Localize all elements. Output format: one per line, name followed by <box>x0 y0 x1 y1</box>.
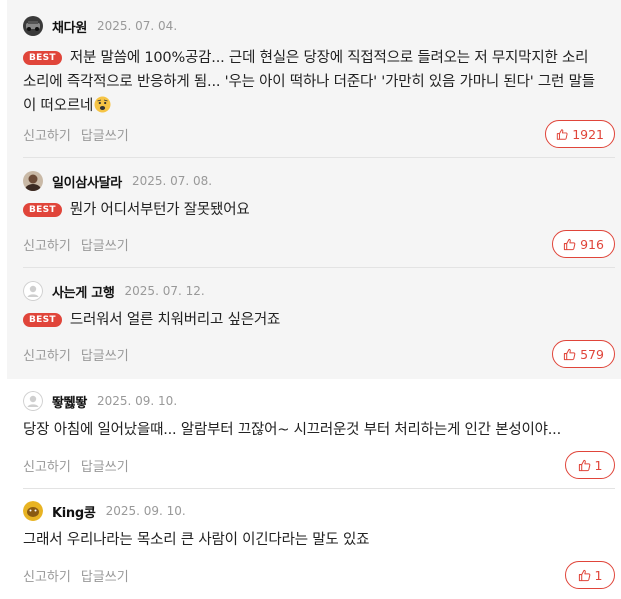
reply-link[interactable]: 답글쓰기 <box>81 456 129 475</box>
comment-nickname[interactable]: 뙇뛣뙇 <box>52 392 87 411</box>
comment-nickname[interactable]: 일이삼사달라 <box>52 172 122 191</box>
comment-nickname[interactable]: 채다원 <box>52 17 87 36</box>
comment-date: 2025. 07. 04. <box>96 19 178 33</box>
comment-actions: 신고하기 답글쓰기 <box>23 456 129 475</box>
portrait-avatar[interactable] <box>23 171 43 191</box>
comment-list: 채다원 2025. 07. 04. BEST 저분 말씀에 100%공감... 근… <box>7 0 621 599</box>
yellow-character-avatar[interactable] <box>23 501 43 521</box>
like-count: 1921 <box>572 126 604 142</box>
reply-link[interactable]: 답글쓰기 <box>81 566 129 585</box>
default-user-avatar[interactable] <box>23 391 43 411</box>
best-badge: BEST <box>23 51 62 65</box>
comment-header: 사는게 고행 2025. 07. 12. <box>23 281 205 301</box>
comment-date: 2025. 09. 10. <box>96 394 178 408</box>
like-button[interactable]: 1921 <box>545 120 615 148</box>
like-button[interactable]: 1 <box>565 451 615 479</box>
report-link[interactable]: 신고하기 <box>23 345 71 364</box>
reply-link[interactable]: 답글쓰기 <box>81 125 129 144</box>
thumbs-up-icon <box>563 348 576 360</box>
distressed-face-emoji-icon <box>94 96 111 113</box>
thumbs-up-icon <box>578 459 590 471</box>
thumbs-up-icon <box>578 569 590 581</box>
reply-link[interactable]: 답글쓰기 <box>81 235 129 254</box>
comment-actions: 신고하기 답글쓰기 <box>23 566 129 585</box>
comment-date: 2025. 07. 08. <box>131 174 213 188</box>
like-button[interactable]: 579 <box>552 340 615 368</box>
comment-header: King콩 2025. 09. 10. <box>23 501 186 521</box>
like-button[interactable]: 916 <box>552 230 615 258</box>
comment-text: BEST 저분 말씀에 100%공감... 근데 현실은 당장에 직접적으로 들려… <box>23 46 603 118</box>
comment-text: BEST 드러워서 얼른 치워버리고 싶은거죠 <box>23 308 603 332</box>
comment-text: 당장 아침에 일어났을때... 알람부터 끄잖어~ 시끄러운것 부터 처리하는게… <box>23 422 561 438</box>
like-count: 916 <box>580 236 604 252</box>
like-count: 1 <box>594 567 603 583</box>
comment-date: 2025. 07. 12. <box>124 284 205 298</box>
comment-divider <box>23 157 615 158</box>
default-user-avatar[interactable] <box>23 281 43 301</box>
comment-text-content: 뭔가 어디서부턴가 잘못됐어요 <box>69 202 250 218</box>
report-link[interactable]: 신고하기 <box>23 456 71 475</box>
thumbs-up-icon <box>556 128 568 140</box>
best-badge: BEST <box>23 203 62 217</box>
like-count: 1 <box>594 457 603 473</box>
thumbs-up-icon <box>563 238 576 250</box>
comment-text-content: 드러워서 얼른 치워버리고 싶은거죠 <box>69 312 281 328</box>
comment-header: 채다원 2025. 07. 04. <box>23 16 177 36</box>
comment-nickname[interactable]: King콩 <box>52 502 96 521</box>
comment-header: 일이삼사달라 2025. 07. 08. <box>23 171 212 191</box>
comment-header: 뙇뛣뙇 2025. 09. 10. <box>23 391 177 411</box>
comment-text: 그래서 우리나라는 목소리 큰 사람이 이긴다라는 말도 있죠 <box>23 532 370 548</box>
comment-divider <box>23 488 615 489</box>
comment-actions: 신고하기 답글쓰기 <box>23 125 129 144</box>
best-badge: BEST <box>23 313 62 327</box>
comment-date: 2025. 09. 10. <box>105 504 186 518</box>
comment-divider <box>23 267 615 268</box>
comment-text: BEST 뭔가 어디서부턴가 잘못됐어요 <box>23 198 603 222</box>
like-count: 579 <box>580 346 604 362</box>
reply-link[interactable]: 답글쓰기 <box>81 345 129 364</box>
car-photo-avatar[interactable] <box>23 16 43 36</box>
report-link[interactable]: 신고하기 <box>23 235 71 254</box>
comment-actions: 신고하기 답글쓰기 <box>23 235 129 254</box>
report-link[interactable]: 신고하기 <box>23 566 71 585</box>
comment-nickname[interactable]: 사는게 고행 <box>52 282 115 301</box>
comment-actions: 신고하기 답글쓰기 <box>23 345 129 364</box>
like-button[interactable]: 1 <box>565 561 615 589</box>
report-link[interactable]: 신고하기 <box>23 125 71 144</box>
